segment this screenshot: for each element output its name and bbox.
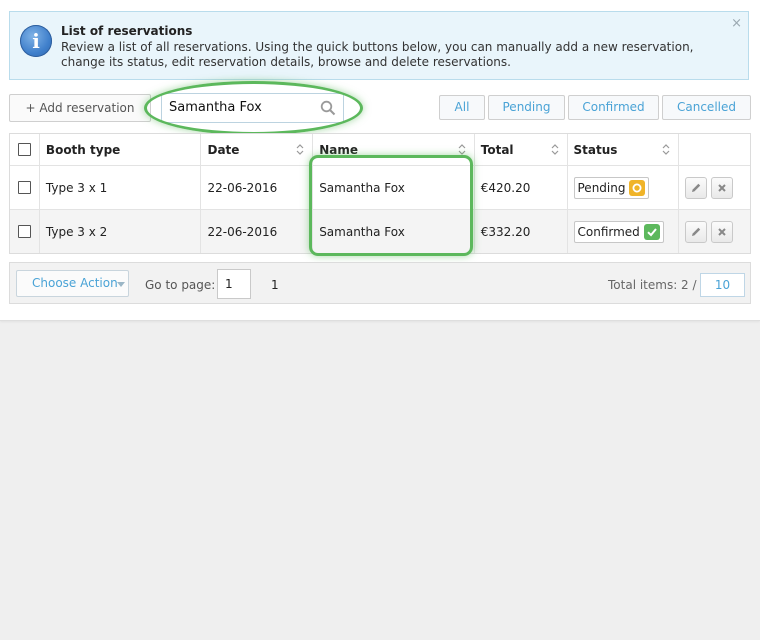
sort-icon[interactable] <box>551 143 559 156</box>
info-box: i List of reservations Review a list of … <box>9 11 749 80</box>
booth-type-cell: Type 3 x 1 <box>38 166 201 209</box>
total-cell: €420.20 <box>473 166 567 209</box>
close-icon <box>718 227 726 236</box>
header-actions <box>678 134 750 165</box>
header-label: Booth type <box>45 142 121 157</box>
select-all-checkbox[interactable] <box>17 143 31 156</box>
delete-button[interactable] <box>711 220 734 243</box>
row-check-cell <box>10 210 39 253</box>
info-description: Review a list of all reservations. Using… <box>61 40 694 69</box>
header-booth-type[interactable]: Booth type <box>38 134 201 165</box>
page-count: 1 <box>271 278 279 292</box>
status-label: Confirmed <box>577 224 640 239</box>
pending-icon <box>629 179 646 196</box>
reservations-panel: i List of reservations Review a list of … <box>0 0 760 321</box>
status-select[interactable]: Confirmed <box>573 220 664 243</box>
name-column-highlight <box>309 155 473 256</box>
checkmark-icon <box>643 223 660 240</box>
info-title: List of reservations <box>61 24 193 38</box>
total-items-label: Total items: 2 / <box>608 278 697 292</box>
row-checkbox[interactable] <box>17 225 31 238</box>
header-check-cell <box>10 134 39 165</box>
edit-button[interactable] <box>685 176 708 199</box>
close-icon[interactable]: × <box>731 16 742 31</box>
filter-confirmed-button[interactable]: Confirmed <box>568 95 659 120</box>
info-icon: i <box>20 25 52 57</box>
header-label: Status <box>573 142 618 157</box>
status-label: Pending <box>577 180 626 195</box>
actions-cell <box>678 210 750 253</box>
delete-button[interactable] <box>711 176 734 199</box>
per-page-select[interactable]: 10 <box>700 273 745 297</box>
status-cell: Pending <box>566 166 679 209</box>
row-checkbox[interactable] <box>17 181 31 194</box>
booth-type-cell: Type 3 x 2 <box>38 210 201 253</box>
goto-label: Go to page: <box>145 278 216 292</box>
status-cell: Confirmed <box>566 210 679 253</box>
total-cell: €332.20 <box>473 210 567 253</box>
header-status[interactable]: Status <box>566 134 679 165</box>
filter-all-button[interactable]: All <box>439 95 485 120</box>
status-select[interactable]: Pending <box>573 176 650 199</box>
header-date[interactable]: Date <box>200 134 312 165</box>
date-cell: 22-06-2016 <box>200 166 312 209</box>
choose-action-dropdown[interactable]: Choose Action <box>16 270 129 297</box>
chevron-down-icon <box>117 282 125 287</box>
pencil-icon <box>692 183 701 192</box>
header-label: Total <box>480 142 514 157</box>
filter-cancelled-button[interactable]: Cancelled <box>662 95 751 120</box>
sort-icon[interactable] <box>296 143 304 156</box>
date-cell: 22-06-2016 <box>200 210 312 253</box>
table-footer: Choose Action Go to page: 1 1 Total item… <box>9 262 751 304</box>
goto-page-input[interactable]: 1 <box>217 269 251 299</box>
header-label: Date <box>207 142 240 157</box>
actions-cell <box>678 166 750 209</box>
pencil-icon <box>692 227 701 236</box>
close-icon <box>718 183 726 192</box>
edit-button[interactable] <box>685 220 708 243</box>
choose-action-label: Choose Action <box>32 276 118 290</box>
search-highlight-ellipse <box>144 81 363 135</box>
filter-pending-button[interactable]: Pending <box>488 95 565 120</box>
header-total[interactable]: Total <box>473 134 567 165</box>
sort-icon[interactable] <box>662 143 670 156</box>
add-reservation-button[interactable]: + Add reservation <box>9 94 151 122</box>
row-check-cell <box>10 166 39 209</box>
